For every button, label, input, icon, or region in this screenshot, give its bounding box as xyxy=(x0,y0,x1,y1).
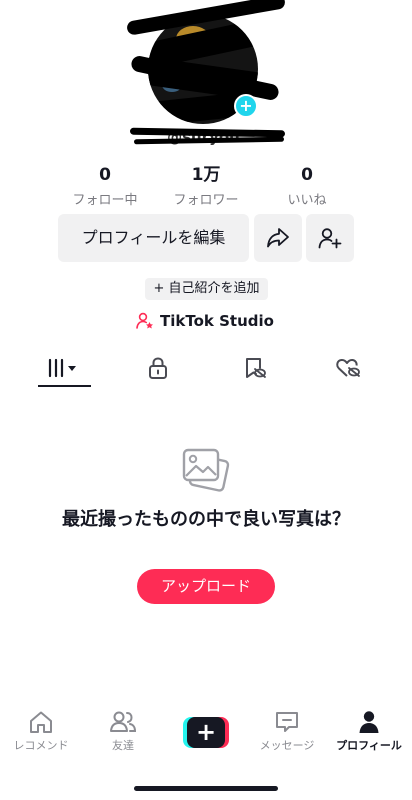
create-button[interactable]: + xyxy=(183,717,229,748)
edit-profile-button[interactable]: プロフィールを編集 xyxy=(58,214,249,262)
empty-state-title: 最近撮ったものの中で良い写真は？ xyxy=(62,509,350,530)
share-profile-button[interactable] xyxy=(254,214,302,262)
heart-hidden-icon xyxy=(336,358,360,377)
lock-icon xyxy=(149,357,167,379)
add-friend-button[interactable] xyxy=(306,214,354,262)
studio-person-icon xyxy=(136,312,153,329)
share-arrow-icon xyxy=(267,228,289,248)
nav-friends[interactable]: 友達 xyxy=(82,708,164,753)
nav-label: プロフィール xyxy=(336,739,402,752)
home-icon xyxy=(30,711,52,733)
add-user-icon xyxy=(318,228,342,249)
nav-label: 友達 xyxy=(112,739,134,752)
nav-inbox[interactable]: メッセージ xyxy=(246,708,328,753)
nav-profile[interactable]: プロフィール xyxy=(328,708,410,753)
stat-label: いいね xyxy=(287,193,327,208)
content-tabs xyxy=(0,348,412,388)
tab-liked[interactable] xyxy=(318,348,378,388)
stat-following[interactable]: 0 フォロー中 xyxy=(60,164,150,208)
upload-button[interactable]: アップロード xyxy=(137,569,275,604)
bookmark-hidden-icon xyxy=(246,358,266,378)
nav-home[interactable]: レコメンド xyxy=(0,708,82,753)
home-indicator xyxy=(134,786,278,791)
stat-label: フォロワー xyxy=(173,193,239,208)
nav-label: メッセージ xyxy=(259,739,315,752)
grid-icon xyxy=(48,358,76,378)
studio-label: TikTok Studio xyxy=(160,312,274,330)
profile-icon xyxy=(359,711,379,733)
tab-favorites[interactable] xyxy=(225,348,285,388)
stat-value: 1万 xyxy=(191,165,221,185)
photos-icon xyxy=(178,444,234,496)
stat-likes[interactable]: 0 いいね xyxy=(262,164,352,208)
add-avatar-badge[interactable]: + xyxy=(234,94,258,118)
create-plus-icon: + xyxy=(187,717,225,748)
nav-label: レコメンド xyxy=(13,739,69,752)
stat-label: フォロー中 xyxy=(72,193,138,208)
add-bio-button[interactable]: + 自己紹介を追加 xyxy=(145,278,268,300)
tab-private[interactable] xyxy=(128,348,188,388)
friends-icon xyxy=(110,711,137,732)
tab-videos[interactable] xyxy=(34,348,94,388)
inbox-icon xyxy=(276,712,298,732)
stat-value: 0 xyxy=(301,165,313,185)
stat-followers[interactable]: 1万 フォロワー xyxy=(161,164,251,208)
stat-value: 0 xyxy=(99,165,111,185)
tiktok-studio-link[interactable]: TikTok Studio xyxy=(136,310,274,332)
active-tab-indicator xyxy=(38,385,91,387)
